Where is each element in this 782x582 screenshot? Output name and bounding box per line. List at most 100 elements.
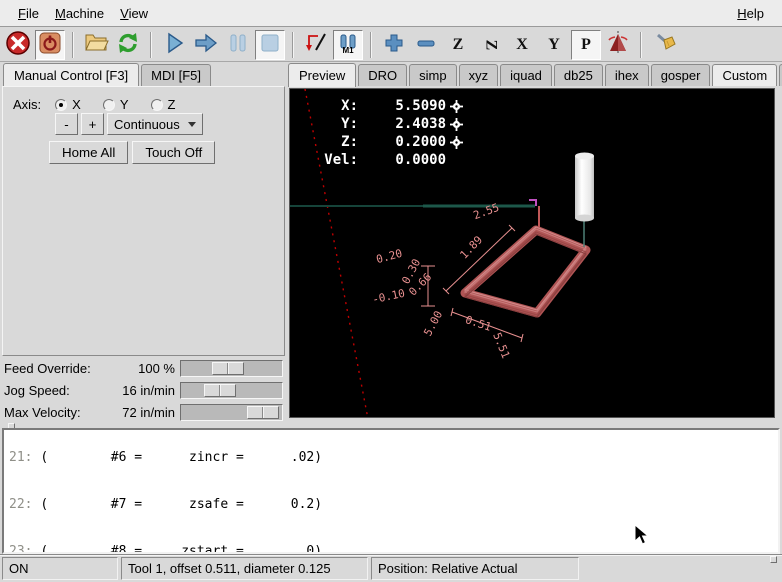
tab-ihex[interactable]: ihex xyxy=(605,64,649,86)
step-button[interactable] xyxy=(191,30,221,60)
optional-stop-icon: M1 xyxy=(338,34,358,55)
feed-override-handle[interactable] xyxy=(212,362,244,375)
view-z-rotated-button[interactable]: Z xyxy=(475,30,505,60)
preview-3d-view[interactable]: X: 5.5090 Y: 2.4038 Z: 0.2000 Vel: 0.000… xyxy=(289,88,775,418)
gcode-line[interactable]: 23: ( #8 = zstart = 0) xyxy=(9,544,479,554)
tab-db25[interactable]: db25 xyxy=(554,64,603,86)
resize-grip[interactable] xyxy=(770,556,777,563)
manual-control-panel: Axis: X Y Z - + Continuous Home All Touc… xyxy=(2,86,285,356)
tab-gosper[interactable]: gosper xyxy=(651,64,711,86)
max-velocity-handle[interactable] xyxy=(247,406,279,419)
machine-power-icon xyxy=(38,31,62,58)
line-number: 21: xyxy=(9,450,32,465)
reload-button[interactable] xyxy=(113,30,143,60)
home-touch-row: Home All Touch Off xyxy=(49,141,215,164)
jog-minus-button[interactable]: - xyxy=(55,113,78,135)
zoom-in-icon xyxy=(383,32,405,57)
jog-mode-dropdown[interactable]: Continuous xyxy=(107,113,203,135)
gcode-lines: 21: ( #6 = zincr = .02) 22: ( #7 = zsafe… xyxy=(9,428,479,554)
jog-speed-slider[interactable] xyxy=(180,382,283,399)
max-velocity-value: 72 in/min xyxy=(122,405,175,420)
line-number: 23: xyxy=(9,544,32,554)
home-all-button[interactable]: Home All xyxy=(49,141,128,164)
homed-icon xyxy=(450,100,463,113)
menu-machine[interactable]: Machine xyxy=(47,2,112,25)
menu-view[interactable]: View xyxy=(112,2,156,25)
rotate-cone-icon xyxy=(605,30,631,59)
dro-readout: X: 5.5090 Y: 2.4038 Z: 0.2000 Vel: 0.000… xyxy=(308,97,463,169)
tab-simp[interactable]: simp xyxy=(409,64,456,86)
view-z-button[interactable]: Z xyxy=(443,30,473,60)
axis-y-label: Y xyxy=(120,97,129,112)
view-perspective-button[interactable]: P xyxy=(571,30,601,60)
axis-x-radio[interactable] xyxy=(55,99,67,111)
gcode-line[interactable]: 22: ( #7 = zsafe = 0.2) xyxy=(9,497,479,513)
open-file-button[interactable] xyxy=(81,30,111,60)
dro-y-value: 2.4038 xyxy=(358,116,446,132)
tool-info-cell: Tool 1, offset 0.511, diameter 0.125 xyxy=(121,557,368,580)
axis-x-label: X xyxy=(72,97,81,112)
open-folder-icon xyxy=(83,30,109,59)
run-button[interactable] xyxy=(159,30,189,60)
jog-plus-button[interactable]: + xyxy=(81,113,104,135)
tab-xyz[interactable]: xyz xyxy=(459,64,499,86)
menu-help[interactable]: Help xyxy=(729,2,772,25)
axis-y-radio[interactable] xyxy=(103,99,115,111)
menu-file[interactable]: File xyxy=(10,2,47,25)
toolbar: M1 Z Z X Y P xyxy=(0,28,782,62)
toolbar-separator xyxy=(72,32,74,58)
view-z-rotated-icon: Z xyxy=(481,39,499,50)
machine-power-button[interactable] xyxy=(35,30,65,60)
dro-x-label: X: xyxy=(308,98,358,114)
axis-z-radio[interactable] xyxy=(151,99,163,111)
status-bar: ON Tool 1, offset 0.511, diameter 0.125 … xyxy=(0,556,782,581)
dro-vel-label: Vel: xyxy=(308,152,358,168)
homed-icon xyxy=(450,118,463,131)
zoom-in-button[interactable] xyxy=(379,30,409,60)
left-notebook-tabs: Manual Control [F3] MDI [F5] xyxy=(3,62,213,86)
pause-button[interactable] xyxy=(223,30,253,60)
gcode-line[interactable]: 21: ( #6 = zincr = .02) xyxy=(9,450,479,466)
tool-cylinder xyxy=(575,153,594,248)
view-y-button[interactable]: Y xyxy=(539,30,569,60)
tab-dro[interactable]: DRO xyxy=(358,64,407,86)
dro-y-label: Y: xyxy=(308,116,358,132)
dro-z-row: Z: 0.2000 xyxy=(308,133,463,151)
tab-preview[interactable]: Preview xyxy=(288,63,356,87)
tab-iquad[interactable]: iquad xyxy=(500,64,552,86)
run-icon xyxy=(162,31,186,58)
chevron-down-icon xyxy=(188,122,196,127)
mouse-cursor xyxy=(634,524,650,546)
clear-plot-button[interactable] xyxy=(649,30,679,60)
feed-override-slider[interactable] xyxy=(180,360,283,377)
gcode-listing[interactable]: 21: ( #6 = zincr = .02) 22: ( #7 = zsafe… xyxy=(2,428,780,554)
tab-custom[interactable]: Custom xyxy=(712,64,777,86)
optional-stop-label: M1 xyxy=(342,46,353,55)
jog-speed-handle[interactable] xyxy=(204,384,236,397)
view-y-icon: Y xyxy=(548,36,560,54)
axis-label: Axis: xyxy=(13,97,41,112)
skip-lines-toggle[interactable] xyxy=(301,30,331,60)
tab-mdi[interactable]: MDI [F5] xyxy=(141,64,211,86)
touch-off-button[interactable]: Touch Off xyxy=(132,141,215,164)
jog-speed-row: Jog Speed: 16 in/min xyxy=(0,380,287,402)
tab-manual-control[interactable]: Manual Control [F3] xyxy=(3,63,139,87)
toolbar-separator xyxy=(640,32,642,58)
pause-icon xyxy=(227,31,249,58)
toolbar-separator xyxy=(150,32,152,58)
toolbar-separator xyxy=(292,32,294,58)
stop-button[interactable] xyxy=(255,30,285,60)
reload-icon xyxy=(115,30,141,59)
view-x-button[interactable]: X xyxy=(507,30,537,60)
estop-button[interactable] xyxy=(3,30,33,60)
dro-y-row: Y: 2.4038 xyxy=(308,115,463,133)
rotate-view-button[interactable] xyxy=(603,30,633,60)
feed-override-label: Feed Override: xyxy=(4,361,91,376)
feed-override-value: 100 % xyxy=(138,361,175,376)
zoom-out-button[interactable] xyxy=(411,30,441,60)
axis-z-label: Z xyxy=(168,97,176,112)
homed-icon xyxy=(450,136,463,149)
optional-stop-toggle[interactable]: M1 xyxy=(333,30,363,60)
max-velocity-slider[interactable] xyxy=(180,404,283,421)
menu-bar: File Machine View Help xyxy=(0,0,782,27)
